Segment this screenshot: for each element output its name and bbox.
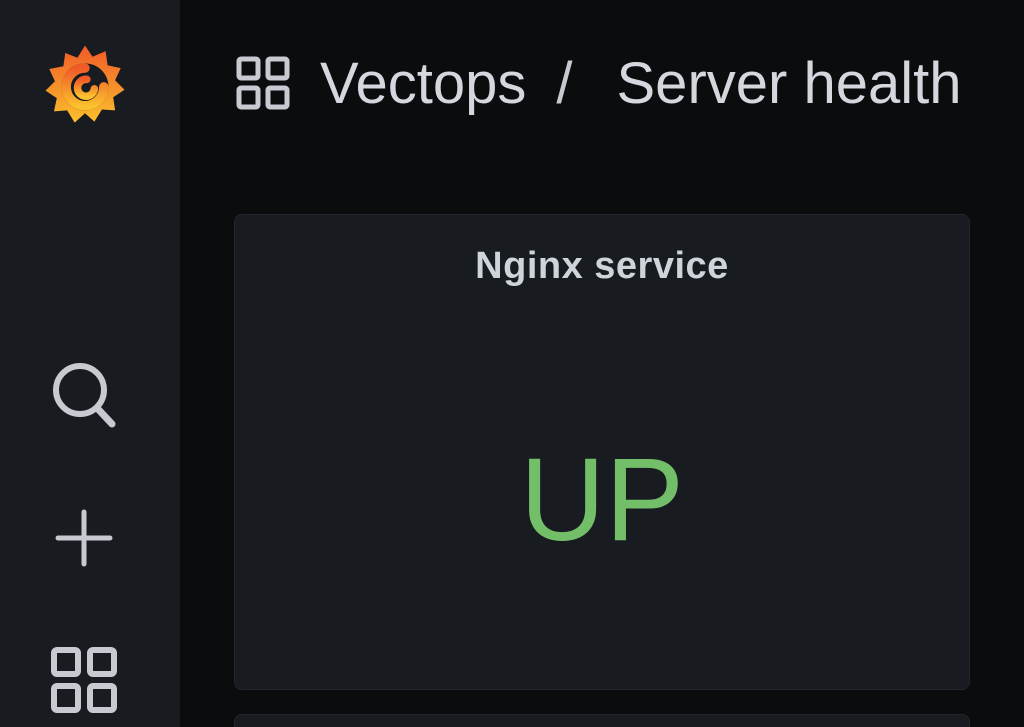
grafana-app: Vectops / Server health Nginx service UP — [0, 0, 1024, 727]
stat-panel[interactable]: Nginx service UP — [234, 214, 970, 690]
dashboards-icon[interactable] — [46, 642, 122, 718]
breadcrumb-separator: / — [556, 51, 573, 116]
breadcrumb: Vectops / Server health — [320, 46, 961, 122]
next-panel — [234, 714, 970, 727]
panel-value: UP — [520, 434, 684, 566]
breadcrumb-folder-link[interactable]: Vectops — [320, 46, 526, 122]
dashboards-icon — [236, 56, 290, 110]
panel-title[interactable]: Nginx service — [235, 245, 969, 288]
grafana-logo-icon[interactable] — [38, 38, 132, 132]
sidebar — [0, 0, 180, 727]
search-icon[interactable] — [46, 356, 122, 432]
breadcrumb-dashboard-title[interactable]: Server health — [617, 46, 962, 122]
plus-icon[interactable] — [46, 500, 122, 576]
